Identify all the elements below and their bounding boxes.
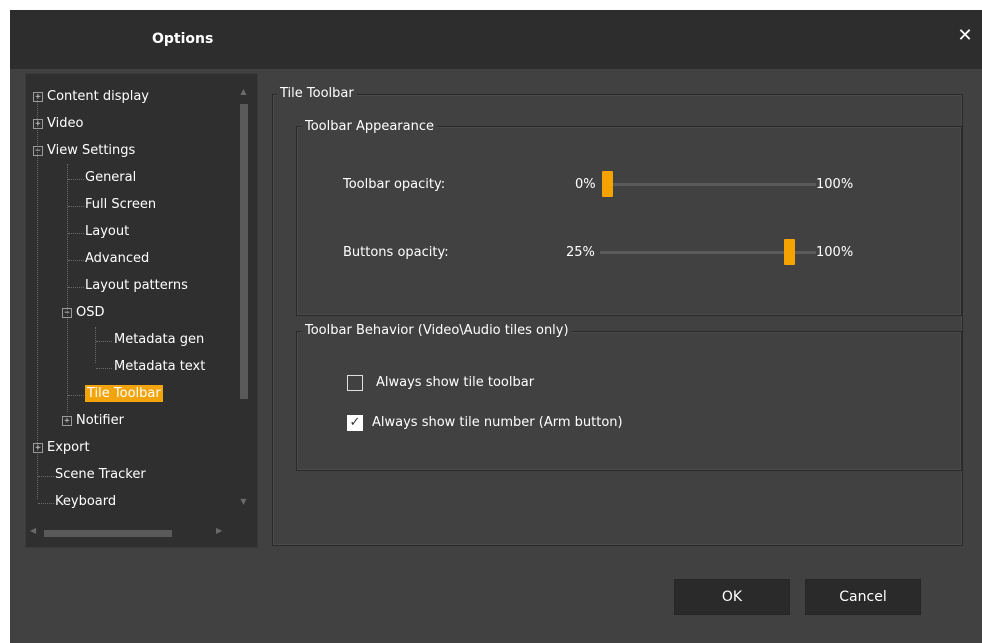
scroll-thumb[interactable] [240, 104, 248, 399]
tile-toolbar-group-title: Tile Toolbar [277, 86, 357, 101]
toolbar-opacity-min: 0% [575, 177, 596, 192]
always-show-toolbar-checkbox[interactable] [347, 375, 363, 391]
tree-item-notifier[interactable]: + Notifier [62, 411, 124, 431]
scroll-down-icon[interactable]: ▼ [237, 497, 250, 509]
tree-line [96, 368, 112, 369]
tree-item-label: OSD [76, 305, 105, 320]
cancel-button[interactable]: Cancel [805, 579, 921, 615]
scroll-left-icon[interactable]: ◀ [30, 526, 36, 535]
tree-item-keyboard[interactable]: Keyboard [55, 492, 116, 512]
tree-line [95, 327, 96, 363]
tree-line [68, 260, 84, 261]
tree-item-label: Advanced [85, 251, 150, 266]
tree-item-label: Content display [47, 89, 149, 104]
tree-item-label: Tile Toolbar [85, 385, 163, 402]
tree-line [67, 164, 68, 412]
expand-icon[interactable]: + [62, 415, 72, 426]
tree-item-label: Export [47, 440, 90, 455]
tree-item-tile-toolbar[interactable]: Tile Toolbar [85, 384, 163, 404]
tree-horizontal-scrollbar[interactable]: ◀ ▶ [28, 526, 243, 540]
toolbar-opacity-slider-thumb[interactable] [602, 171, 613, 197]
settings-tree: + Content display + Video − View Settings G… [25, 73, 258, 548]
scroll-up-icon[interactable]: ▲ [237, 87, 250, 99]
tree-item-label: Layout [85, 224, 130, 239]
buttons-opacity-min: 25% [566, 245, 595, 260]
expand-icon[interactable]: + [33, 91, 43, 102]
toolbar-opacity-max: 100% [816, 177, 854, 192]
buttons-opacity-slider-thumb[interactable] [783, 239, 795, 265]
tree-item-osd[interactable]: − OSD [62, 303, 105, 323]
tree-line [68, 287, 84, 288]
tree-line [68, 179, 84, 180]
tree-item-label: General [85, 170, 137, 185]
tree-line [68, 395, 84, 396]
close-icon[interactable]: ✕ [953, 24, 977, 48]
tree-item-content-display[interactable]: + Content display [33, 87, 149, 107]
expand-icon[interactable]: + [33, 118, 43, 129]
scroll-right-icon[interactable]: ▶ [216, 526, 222, 535]
ok-button[interactable]: OK [674, 579, 790, 615]
tree-vertical-scrollbar[interactable]: ▲ ▼ [237, 77, 250, 542]
tree-item-label: Keyboard [55, 494, 117, 509]
tree-item-label: Metadata text [114, 359, 206, 374]
always-show-number-label[interactable]: Always show tile number (Arm button) [372, 415, 623, 430]
buttons-opacity-max: 100% [816, 245, 854, 260]
tree-item-layout[interactable]: Layout [85, 222, 129, 242]
tree-item-label: View Settings [47, 143, 136, 158]
tree-item-label: Full Screen [85, 197, 157, 212]
tree-item-label: Notifier [76, 413, 124, 428]
tree-item-view-settings[interactable]: − View Settings [33, 141, 135, 161]
behavior-group [296, 331, 962, 471]
toolbar-opacity-slider[interactable] [602, 183, 816, 186]
tree-line [68, 206, 84, 207]
tree-line [38, 476, 54, 477]
tree-line [68, 233, 84, 234]
appearance-group [296, 126, 962, 316]
buttons-opacity-label: Buttons opacity: [343, 245, 449, 260]
tree-line [38, 503, 54, 504]
collapse-icon[interactable]: − [33, 145, 43, 156]
scroll-thumb[interactable] [44, 530, 172, 537]
tree-item-video[interactable]: + Video [33, 114, 83, 134]
behavior-group-title: Toolbar Behavior (Video\Audio tiles only… [302, 323, 572, 338]
toolbar-opacity-label: Toolbar opacity: [343, 177, 446, 192]
tree-item-metadata-gen[interactable]: Metadata gen [114, 330, 204, 350]
tree-line [96, 341, 112, 342]
tree-item-metadata-text[interactable]: Metadata text [114, 357, 205, 377]
title-bar: Options ✕ [10, 10, 982, 69]
appearance-group-title: Toolbar Appearance [302, 119, 438, 134]
tree-item-layout-patterns[interactable]: Layout patterns [85, 276, 188, 296]
always-show-toolbar-label[interactable]: Always show tile toolbar [376, 375, 534, 390]
tree-item-label: Layout patterns [85, 278, 188, 293]
collapse-icon[interactable]: − [62, 307, 72, 318]
tree-item-full-screen[interactable]: Full Screen [85, 195, 156, 215]
expand-icon[interactable]: + [33, 442, 43, 453]
tree-item-export[interactable]: + Export [33, 438, 90, 458]
tree-item-advanced[interactable]: Advanced [85, 249, 149, 269]
dialog-title: Options [152, 31, 214, 47]
always-show-number-checkbox[interactable]: ✓ [347, 415, 363, 431]
tree-item-general[interactable]: General [85, 168, 136, 188]
tree-item-scene-tracker[interactable]: Scene Tracker [55, 465, 146, 485]
tree-item-label: Scene Tracker [55, 467, 146, 482]
tree-item-label: Video [47, 116, 84, 131]
tree-item-label: Metadata gen [114, 332, 205, 347]
